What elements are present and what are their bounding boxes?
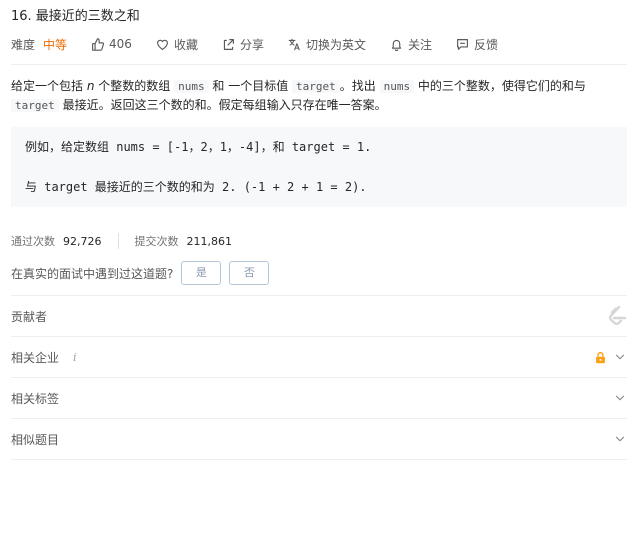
inline-code-target: target bbox=[292, 80, 340, 93]
desc-text: 个整数的数组 bbox=[94, 79, 175, 93]
like-button[interactable]: 406 bbox=[91, 37, 132, 51]
inline-code-nums: nums bbox=[379, 80, 415, 93]
interview-question: 在真实的面试中遇到过这道题? 是 否 bbox=[11, 261, 627, 285]
difficulty-label: 难度 bbox=[11, 37, 36, 52]
chevron-down-icon bbox=[615, 395, 625, 401]
leetcode-logo-icon bbox=[608, 305, 627, 326]
example-line: 与 target 最接近的三个数的和为 2. (-1 + 2 + 1 = 2). bbox=[25, 180, 367, 194]
desc-text: 。找出 bbox=[339, 79, 380, 93]
feedback-icon bbox=[457, 38, 468, 50]
problem-meta-bar: 难度 中等 406 收藏 分享 切换为英文 关注 反馈 bbox=[11, 34, 627, 54]
chevron-down-icon bbox=[615, 354, 625, 360]
favorite-button[interactable]: 收藏 bbox=[156, 36, 198, 53]
chevron-down-icon bbox=[615, 436, 625, 442]
companies-row[interactable]: 相关企业 i bbox=[11, 336, 627, 377]
desc-text: 和 一个目标值 bbox=[208, 79, 293, 93]
submissions-count: 211,861 bbox=[186, 234, 233, 248]
follow-label: 关注 bbox=[407, 37, 432, 52]
interview-question-text: 在真实的面试中遇到过这道题? bbox=[11, 266, 174, 281]
problem-panel: 16. 最接近的三数之和 难度 中等 406 收藏 分享 切换为英文 关注 反馈 bbox=[0, 8, 640, 460]
example-line: 例如，给定数组 nums = [-1，2，1，-4]，和 target = 1. bbox=[25, 140, 372, 154]
inline-code-target: target bbox=[11, 99, 59, 112]
problem-title: 16. 最接近的三数之和 bbox=[11, 9, 140, 24]
feedback-label: 反馈 bbox=[474, 37, 499, 52]
desc-text: 中的三个整数，使得它们的和与 bbox=[414, 79, 586, 93]
difficulty-badge: 中等 bbox=[43, 37, 68, 52]
similar-label: 相似题目 bbox=[11, 432, 60, 447]
like-count: 406 bbox=[109, 37, 132, 51]
follow-button[interactable]: 关注 bbox=[390, 36, 432, 53]
accepted-label: 通过次数 bbox=[11, 235, 55, 248]
share-icon bbox=[223, 38, 234, 50]
favorite-label: 收藏 bbox=[173, 37, 198, 52]
submissions-label: 提交次数 bbox=[134, 235, 179, 248]
switch-language-label: 切换为英文 bbox=[305, 37, 366, 52]
stats-separator bbox=[117, 233, 119, 249]
feedback-button[interactable]: 反馈 bbox=[456, 36, 498, 53]
thumbs-up-icon bbox=[92, 37, 105, 51]
share-button[interactable]: 分享 bbox=[222, 36, 264, 53]
desc-text: 最接近。返回这三个数的和。假定每组输入只存在唯一答案。 bbox=[58, 98, 387, 112]
tags-label: 相关标签 bbox=[11, 391, 60, 406]
info-icon[interactable]: i bbox=[73, 351, 77, 364]
example-block: 例如，给定数组 nums = [-1，2，1，-4]，和 target = 1.… bbox=[11, 127, 627, 207]
translate-icon bbox=[288, 38, 300, 50]
problem-description: 给定一个包括 n 个整数的数组 nums 和 一个目标值 target 。找出 n… bbox=[11, 77, 627, 115]
similar-problems-row[interactable]: 相似题目 bbox=[11, 418, 627, 460]
no-button[interactable]: 否 bbox=[229, 261, 270, 285]
accepted-count: 92,726 bbox=[63, 234, 102, 248]
tags-row[interactable]: 相关标签 bbox=[11, 377, 627, 418]
desc-text: 给定一个包括 bbox=[11, 79, 87, 93]
submission-stats: 通过次数 92,726 提交次数 211,861 bbox=[11, 233, 627, 249]
inline-code-nums: nums bbox=[174, 80, 209, 93]
header-divider bbox=[11, 64, 627, 65]
companies-label: 相关企业 bbox=[11, 350, 60, 365]
contributors-row[interactable]: 贡献者 bbox=[11, 295, 627, 336]
share-label: 分享 bbox=[239, 37, 264, 52]
lock-icon bbox=[596, 351, 605, 363]
heart-icon bbox=[156, 39, 168, 50]
switch-language-button[interactable]: 切换为英文 bbox=[288, 36, 366, 53]
yes-button[interactable]: 是 bbox=[181, 261, 222, 285]
contributors-label: 贡献者 bbox=[11, 309, 48, 324]
bell-icon bbox=[391, 39, 402, 51]
